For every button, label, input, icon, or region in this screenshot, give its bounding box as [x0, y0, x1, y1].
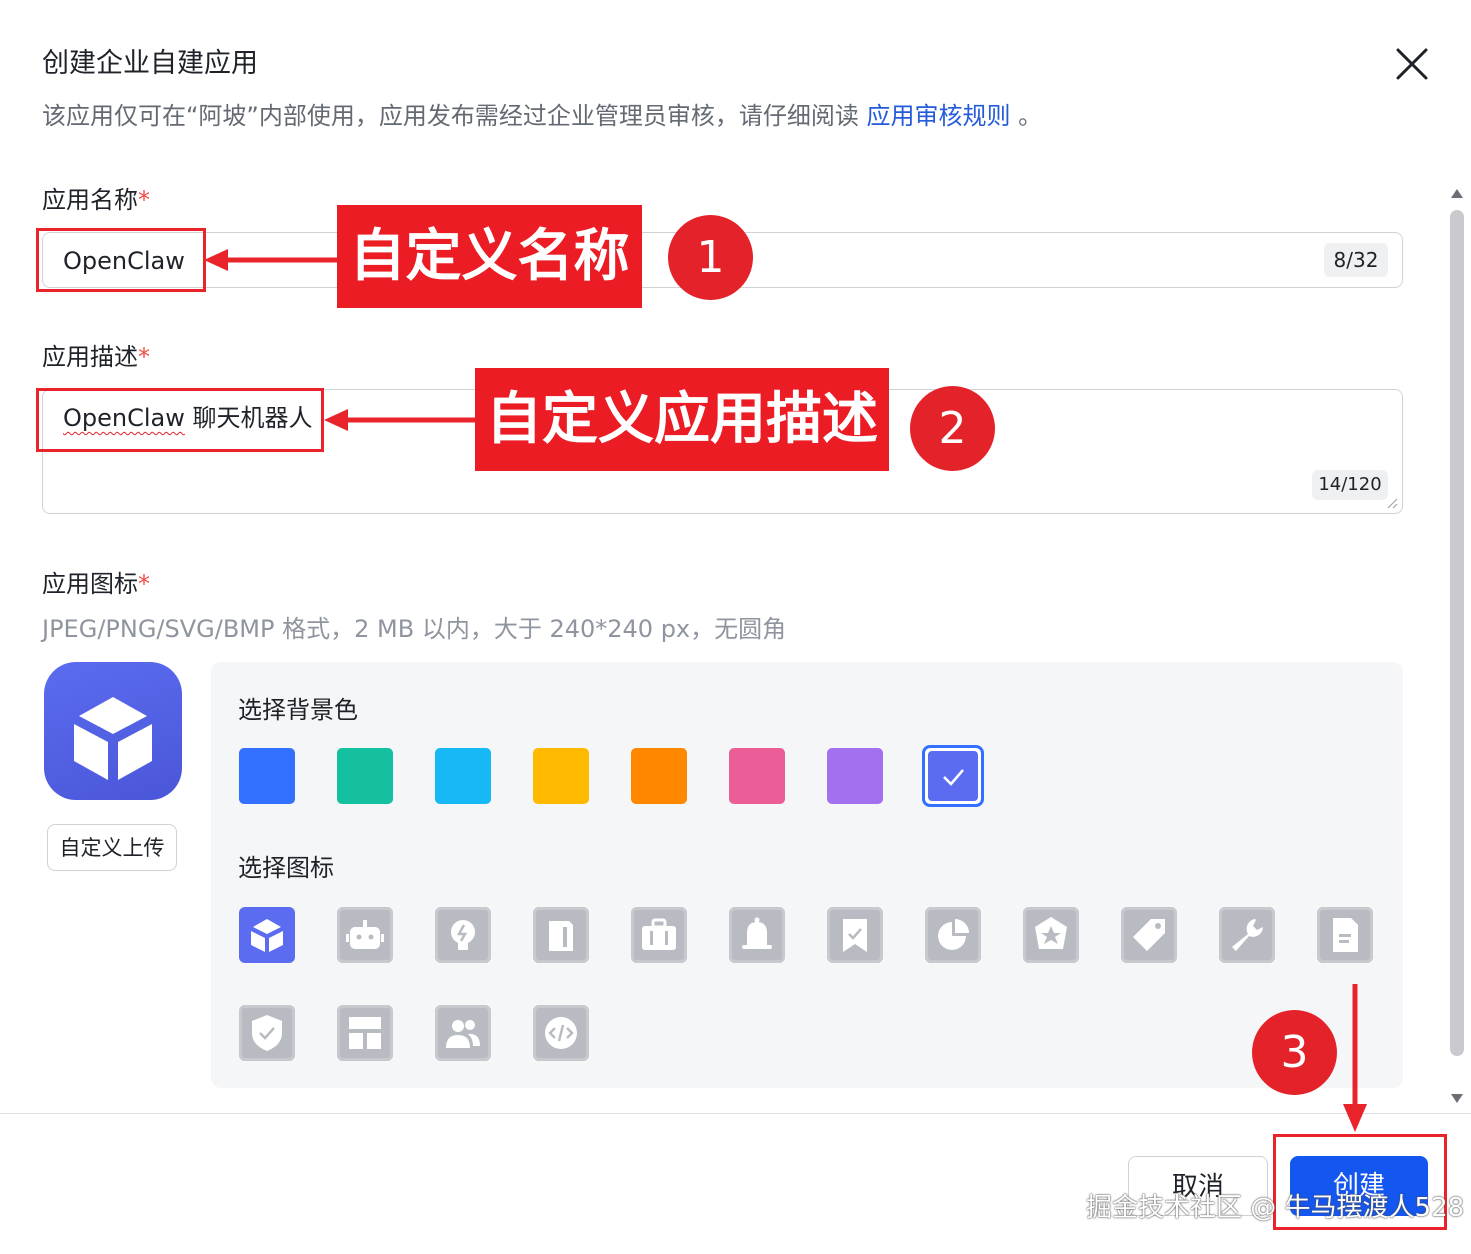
document-icon: [1333, 918, 1358, 952]
bg-color-swatch[interactable]: [239, 748, 295, 804]
icon-picker-panel: 选择背景色 选择图标: [211, 662, 1403, 1088]
pie-chart-icon: [938, 919, 969, 950]
step-badge-3: 3: [1252, 1010, 1337, 1095]
subtitle-text: 该应用仅可在“阿坡”内部使用，应用发布需经过企业管理员审核，请仔细阅读: [42, 102, 859, 130]
required-mark: *: [138, 186, 150, 214]
icon-option[interactable]: [435, 907, 491, 963]
cube-icon: [74, 697, 152, 780]
highlight-box-description: [36, 388, 324, 452]
icon-option[interactable]: [827, 907, 883, 963]
bg-color-swatch[interactable]: [729, 748, 785, 804]
dialog-subtitle: 该应用仅可在“阿坡”内部使用，应用发布需经过企业管理员审核，请仔细阅读 应用审核…: [42, 98, 1042, 134]
highlight-box-name: [36, 228, 206, 292]
scrollbar-thumb[interactable]: [1450, 210, 1464, 1056]
app-icon-hint: JPEG/PNG/SVG/BMP 格式，2 MB 以内，大于 240*240 p…: [42, 615, 787, 643]
step-badge-2: 2: [910, 386, 995, 471]
app-description-counter: 14/120: [1312, 470, 1388, 500]
bell-icon: [742, 917, 772, 949]
icon-option[interactable]: [533, 1005, 589, 1061]
icon-option[interactable]: [337, 1005, 393, 1061]
layout-icon: [349, 1017, 381, 1049]
app-name-counter: 8/32: [1324, 243, 1388, 277]
app-icon-label: 应用图标*: [42, 570, 150, 598]
subtitle-end: 。: [1018, 102, 1043, 130]
icon-option[interactable]: [1219, 907, 1275, 963]
arrow-down-icon: [1343, 984, 1367, 1132]
footer-divider: [0, 1113, 1471, 1114]
callout-custom-name: 自定义名称: [337, 205, 642, 308]
app-name-label: 应用名称*: [42, 186, 150, 214]
icon-option[interactable]: [239, 907, 295, 963]
scroll-down-icon[interactable]: [1449, 1092, 1465, 1106]
icon-option[interactable]: [533, 907, 589, 963]
arrow-left-icon: [324, 409, 478, 431]
resize-handle-icon[interactable]: [1386, 497, 1398, 509]
required-mark: *: [138, 343, 150, 371]
icon-option[interactable]: [337, 907, 393, 963]
step-badge-1: 1: [668, 215, 753, 300]
wrench-icon: [1232, 919, 1263, 951]
required-mark: *: [138, 570, 150, 598]
icon-option[interactable]: [631, 907, 687, 963]
close-icon[interactable]: [1392, 44, 1432, 84]
icon-option[interactable]: [435, 1005, 491, 1061]
icon-option[interactable]: [1121, 907, 1177, 963]
icon-option[interactable]: [729, 907, 785, 963]
review-rules-link[interactable]: 应用审核规则: [867, 102, 1011, 130]
bg-color-swatch[interactable]: [922, 745, 984, 807]
app-description-label: 应用描述*: [42, 343, 150, 371]
code-icon: [545, 1017, 577, 1049]
icon-option[interactable]: [1317, 907, 1373, 963]
shield-icon: [252, 1015, 282, 1051]
icon-option[interactable]: [1023, 907, 1079, 963]
robot-icon: [346, 920, 384, 949]
app-icon-preview: [44, 662, 182, 800]
bookmark-icon: [843, 919, 867, 952]
check-icon: [943, 769, 964, 786]
dialog-title: 创建企业自建应用: [42, 48, 258, 79]
bg-color-swatch[interactable]: [827, 748, 883, 804]
arrow-left-icon: [204, 249, 340, 271]
icon-option[interactable]: [925, 907, 981, 963]
users-icon: [446, 1020, 480, 1048]
icon-option[interactable]: [239, 1005, 295, 1061]
tag-icon: [1133, 919, 1165, 951]
bg-color-swatch[interactable]: [337, 748, 393, 804]
scroll-up-icon[interactable]: [1449, 186, 1465, 200]
bg-color-swatch[interactable]: [631, 748, 687, 804]
star-badge-icon: [1035, 917, 1067, 949]
icon-select-label: 选择图标: [238, 854, 334, 882]
callout-custom-description: 自定义应用描述: [475, 368, 889, 471]
cube-icon: [251, 919, 283, 952]
bg-color-swatch[interactable]: [533, 748, 589, 804]
watermark: 掘金技术社区 @ 牛马摆渡人528: [1086, 1193, 1465, 1223]
bg-color-label: 选择背景色: [238, 696, 358, 724]
bg-color-swatch[interactable]: [435, 748, 491, 804]
lightbulb-icon: [451, 920, 475, 950]
briefcase-icon: [642, 918, 676, 950]
book-icon: [549, 921, 573, 951]
custom-upload-button[interactable]: 自定义上传: [47, 824, 177, 871]
